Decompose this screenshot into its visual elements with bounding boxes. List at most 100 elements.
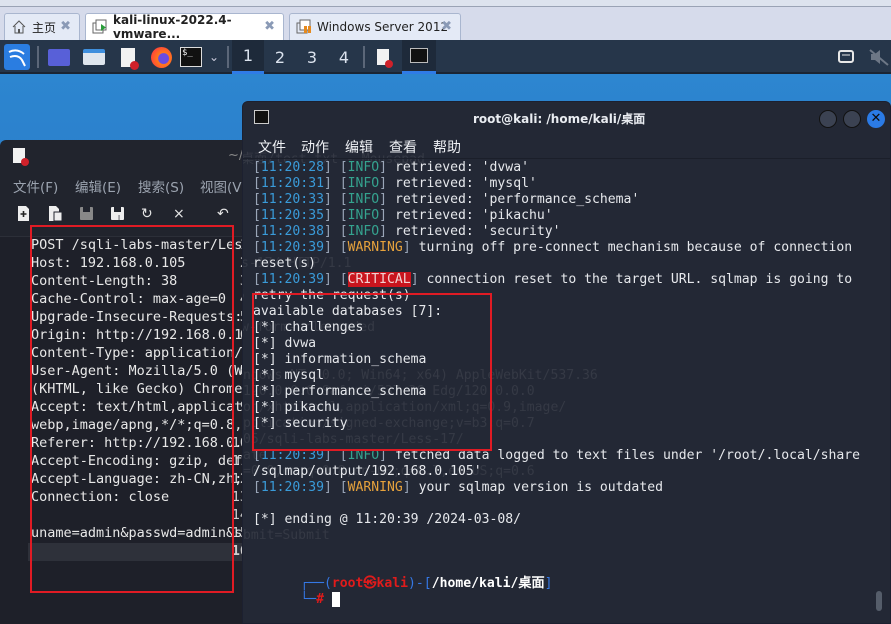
menu-help[interactable]: 帮助 xyxy=(433,137,461,157)
prompt-line-2: └─# xyxy=(253,576,340,607)
timestamp: 11:20:39 xyxy=(260,480,324,495)
undo-icon[interactable]: ↶ xyxy=(217,206,229,222)
kali-panel: $_ ⌄ 1 2 3 4 xyxy=(0,40,891,74)
kali-menu-icon[interactable] xyxy=(4,44,30,70)
workspace-2[interactable]: 2 xyxy=(264,40,296,74)
chevron-down-icon[interactable]: ⌄ xyxy=(206,45,222,69)
network-icon[interactable] xyxy=(836,45,856,69)
menu-file[interactable]: 文件 xyxy=(258,137,286,157)
prompt-hash: # xyxy=(316,592,324,607)
taskbar-mousepad-icon[interactable] xyxy=(372,45,394,69)
timestamp: 11:20:39 xyxy=(260,240,324,255)
annotation-box-request xyxy=(30,225,234,593)
bracket: [ xyxy=(253,240,261,255)
menu-view[interactable]: 视图(V xyxy=(200,176,242,196)
prompt-path: /home/kali/桌面 xyxy=(431,576,545,591)
log-message: retrieved: 'dvwa' xyxy=(387,160,529,175)
bracket: ] xyxy=(379,192,388,207)
bracket: ] [ xyxy=(323,208,348,223)
timestamp: 11:20:28 xyxy=(260,160,324,175)
reload-icon[interactable]: ↻ xyxy=(141,206,153,222)
terminal-line: [11:20:39] [WARNING] your sqlmap version… xyxy=(253,480,663,496)
menu-edit[interactable]: 编辑(E) xyxy=(75,176,121,196)
terminal-titlebar: root@kali: /home/kali/桌面 ✕ xyxy=(243,102,890,132)
log-message: connection reset to the target URL. sqlm… xyxy=(418,272,853,287)
terminal-line: [11:20:39] [WARNING] turning off pre-con… xyxy=(253,240,852,256)
prompt-mid: )-[ xyxy=(408,576,432,591)
volume-muted-icon[interactable] xyxy=(868,45,890,69)
terminal-line: [*] ending @ 11:20:39 /2024-03-08/ xyxy=(253,512,521,528)
minimize-button[interactable] xyxy=(819,110,837,128)
bracket: [ xyxy=(253,176,261,191)
terminal-launcher-icon[interactable]: $_ xyxy=(179,45,203,69)
show-desktop-icon[interactable] xyxy=(47,45,71,69)
file-manager-icon[interactable] xyxy=(82,45,106,69)
terminal-line: [11:20:38] [INFO] retrieved: 'security' xyxy=(253,224,561,240)
bracket: ] [ xyxy=(323,480,348,495)
close-document-icon[interactable]: × xyxy=(173,206,185,222)
maximize-button[interactable] xyxy=(843,110,861,128)
tab-windows-label: Windows Server 2012 xyxy=(317,20,449,34)
mousepad-menubar: 文件(F) 编辑(E) 搜索(S) 视图(V xyxy=(0,172,250,200)
annotation-box-databases xyxy=(252,293,492,451)
terminal-menubar: 文件 动作 编辑 查看 帮助 xyxy=(243,132,890,159)
menu-edit[interactable]: 编辑 xyxy=(345,137,373,157)
mousepad-title: ~/ xyxy=(228,148,244,163)
tab-kali-label: kali-linux-2022.4-vmware... xyxy=(113,13,232,41)
timestamp: 11:20:31 xyxy=(260,176,324,191)
close-icon[interactable]: ✖ xyxy=(264,19,275,34)
bracket: [ xyxy=(253,224,261,239)
open-document-icon[interactable] xyxy=(48,206,63,225)
output-text: reset(s) xyxy=(253,256,317,271)
close-button[interactable]: ✕ xyxy=(867,110,885,128)
terminal-line: [11:20:28] [INFO] retrieved: 'dvwa' xyxy=(253,160,529,176)
workspace-3[interactable]: 3 xyxy=(296,40,328,74)
save-icon[interactable] xyxy=(79,206,94,225)
menu-file[interactable]: 文件(F) xyxy=(13,176,58,196)
taskbar-terminal-icon[interactable] xyxy=(402,40,436,74)
workspace-4[interactable]: 4 xyxy=(328,40,360,74)
firefox-icon[interactable] xyxy=(149,45,173,69)
log-message: retrieved: 'security' xyxy=(387,224,561,239)
close-icon[interactable]: ✖ xyxy=(60,19,71,34)
bracket: ] xyxy=(379,224,388,239)
menu-action[interactable]: 动作 xyxy=(301,137,329,157)
vmware-toolbar-strip xyxy=(0,0,891,7)
scrollbar-thumb[interactable] xyxy=(876,591,882,611)
terminal-line: reset(s) xyxy=(253,256,316,272)
bracket: [ xyxy=(253,208,261,223)
workspace-1[interactable]: 1 xyxy=(232,40,264,74)
close-icon[interactable]: ✖ xyxy=(441,19,452,34)
log-level: WARNING xyxy=(347,480,403,495)
bracket: ] [ xyxy=(323,160,348,175)
bracket: ] xyxy=(379,176,388,191)
menu-search[interactable]: 搜索(S) xyxy=(138,176,184,196)
tab-home[interactable]: 主页 ✖ xyxy=(4,13,80,40)
prompt-close: ] xyxy=(544,576,553,591)
text-editor-icon[interactable] xyxy=(117,45,139,70)
text-cursor xyxy=(331,592,340,607)
terminal-line: /sqlmap/output/192.168.0.105' xyxy=(253,464,482,480)
vm-running-icon xyxy=(92,19,108,35)
panel-separator xyxy=(363,46,365,68)
menu-view[interactable]: 查看 xyxy=(389,137,417,157)
log-message: retrieved: 'pikachu' xyxy=(387,208,553,223)
terminal-line: [11:20:31] [INFO] retrieved: 'mysql' xyxy=(253,176,537,192)
bracket: ] [ xyxy=(323,224,348,239)
log-message: retrieved: 'performance_schema' xyxy=(387,192,640,207)
timestamp: 11:20:38 xyxy=(260,224,324,239)
terminal-line: [11:20:33] [INFO] retrieved: 'performanc… xyxy=(253,192,639,208)
log-message: turning off pre-connect mechanism becaus… xyxy=(410,240,853,255)
tab-windows-server[interactable]: Windows Server 2012 ✖ xyxy=(289,13,461,40)
bracket: ] xyxy=(410,272,419,287)
new-document-icon[interactable] xyxy=(17,206,30,225)
terminal-app-icon xyxy=(254,110,269,124)
mousepad-titlebar: ~/ xyxy=(0,140,250,172)
save-as-icon[interactable]: I xyxy=(110,206,125,225)
tab-kali-vm[interactable]: kali-linux-2022.4-vmware... ✖ xyxy=(85,13,284,41)
log-level: INFO xyxy=(347,224,380,239)
bracket: ] [ xyxy=(323,176,348,191)
timestamp: 11:20:35 xyxy=(260,208,324,223)
log-level: CRITICAL xyxy=(347,272,411,287)
tab-home-label: 主页 xyxy=(32,20,57,35)
